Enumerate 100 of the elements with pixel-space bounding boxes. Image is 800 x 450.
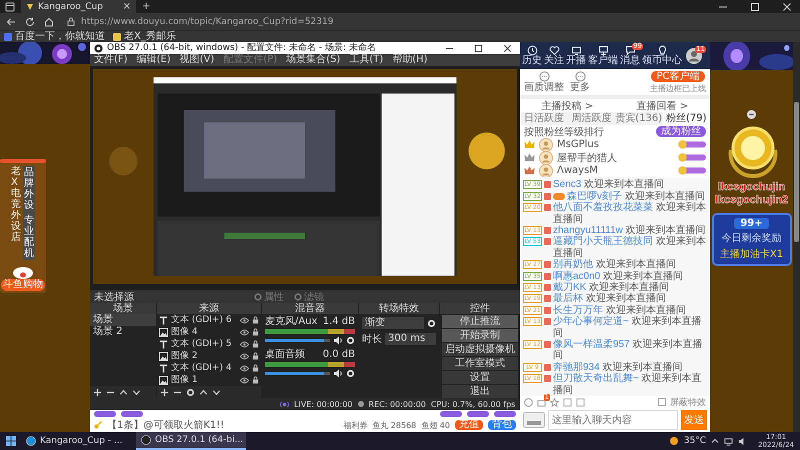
up-caret-icon[interactable]: [199, 388, 208, 396]
close-icon[interactable]: [503, 44, 512, 52]
menu-item[interactable]: 编辑(E): [136, 54, 171, 66]
source-item[interactable]: 文本 (GDI+) 4: [171, 362, 237, 374]
gift-icon[interactable]: [537, 398, 546, 406]
down-caret-icon[interactable]: [212, 388, 221, 396]
eye-icon[interactable]: [240, 364, 249, 372]
lock-icon[interactable]: [252, 364, 259, 372]
fan-name[interactable]: 屋帮手的猎人: [557, 150, 674, 165]
nav-item[interactable]: 开播: [566, 45, 586, 66]
scene-item[interactable]: 场景 2: [90, 326, 156, 338]
control-button[interactable]: 设置: [442, 371, 518, 384]
add-icon[interactable]: [160, 388, 169, 396]
broadcast-icon: [280, 400, 289, 408]
welfare-link[interactable]: 福利券: [343, 420, 368, 430]
taskbar-app[interactable]: OBS 27.0.1 (64-bi...: [136, 432, 246, 450]
transition-dropdown[interactable]: 渐变: [362, 317, 424, 329]
nav-item[interactable]: 领币中心: [642, 45, 682, 66]
nav-item[interactable]: 客户端: [588, 45, 618, 66]
tag-pill[interactable]: [440, 411, 462, 417]
tag-pill[interactable]: [121, 411, 143, 417]
menu-item[interactable]: 场景集合(S): [286, 54, 340, 66]
chat-input[interactable]: 这里输入聊天内容: [548, 410, 678, 430]
panel-link[interactable]: 主播投稿 >: [542, 98, 594, 113]
source-item[interactable]: 图像 2: [171, 350, 237, 362]
home-icon[interactable]: [44, 16, 54, 26]
control-button[interactable]: 工作室模式: [442, 357, 518, 370]
eye-icon[interactable]: [240, 340, 249, 348]
lock-icon[interactable]: [252, 340, 259, 348]
control-button[interactable]: 开始录制: [442, 329, 518, 342]
fan-name[interactable]: ΛwaysM: [557, 165, 674, 176]
speaker-icon[interactable]: [333, 336, 343, 345]
lock-icon[interactable]: [252, 376, 259, 384]
eye-icon[interactable]: [240, 352, 249, 360]
lock-icon[interactable]: [252, 316, 259, 324]
down-caret-icon[interactable]: [132, 388, 141, 396]
source-item[interactable]: 文本 (GDI+) 6: [171, 314, 237, 326]
scene-item[interactable]: 场景: [90, 314, 156, 326]
menu-item[interactable]: 帮助(H): [392, 54, 428, 66]
taskbar-app[interactable]: Kangaroo_Cup - ...: [21, 432, 131, 450]
lock-icon[interactable]: [252, 352, 259, 360]
heart-icon: [548, 45, 560, 56]
checkbox[interactable]: [658, 398, 666, 406]
source-item[interactable]: 图像 4: [171, 326, 237, 338]
ad-slogan: 品牌外设: [24, 167, 34, 211]
menu-item[interactable]: 视图(V): [180, 54, 214, 66]
eye-icon[interactable]: [240, 316, 249, 324]
close-icon[interactable]: [747, 110, 756, 119]
speaker-icon[interactable]: [333, 369, 343, 378]
source-item[interactable]: 图像 1: [171, 374, 237, 386]
volume-slider[interactable]: [265, 339, 324, 342]
maximize-icon[interactable]: [474, 44, 483, 52]
new-tab-button[interactable]: +: [142, 2, 150, 12]
bookmark[interactable]: 老X_秀邮乐: [113, 31, 176, 42]
image-icon: [159, 352, 168, 360]
emoji-icon[interactable]: [524, 398, 533, 406]
browser-tab[interactable]: Kangaroo_Cup ×: [21, 0, 136, 13]
up-caret-icon[interactable]: [119, 388, 128, 396]
text-tool-icon: [159, 340, 168, 348]
close-tab-button[interactable]: ×: [122, 2, 131, 12]
panel-tab[interactable]: 日活跃度: [520, 112, 568, 126]
control-button[interactable]: 停止推流: [442, 315, 518, 328]
scrollbar-thumb[interactable]: [794, 102, 799, 242]
eye-icon[interactable]: [240, 328, 249, 336]
add-icon[interactable]: [93, 388, 102, 396]
nav-item[interactable]: 历史: [522, 45, 542, 66]
panel-tab[interactable]: 粉丝(79): [662, 112, 710, 126]
page-favicon: [26, 2, 34, 10]
lock-icon[interactable]: [252, 328, 259, 336]
clock-icon: [526, 45, 538, 56]
panel-tab[interactable]: 贵宾(136): [615, 112, 662, 126]
source-item[interactable]: 文本 (GDI+) 5: [171, 338, 237, 350]
back-arrow-icon[interactable]: [6, 16, 16, 26]
panel-tab[interactable]: 周活跃度: [568, 112, 615, 126]
network-icon[interactable]: [724, 436, 734, 446]
panel-link[interactable]: 直播回看 >: [636, 98, 688, 113]
tag-pill[interactable]: [467, 411, 489, 417]
reload-icon[interactable]: [25, 16, 35, 26]
caret-up-icon[interactable]: [711, 437, 720, 445]
start-icon[interactable]: [6, 436, 16, 446]
nav-item[interactable]: 关注: [544, 45, 564, 66]
option-item[interactable]: 画质调整: [524, 71, 564, 94]
feature-note: 主播边框已上线: [650, 82, 706, 94]
control-button[interactable]: 启动虚拟摄像机: [442, 343, 518, 356]
volume-slider[interactable]: [265, 372, 324, 375]
bookmark[interactable]: 百度一下，你就知道: [4, 31, 105, 42]
tag-pill[interactable]: [94, 411, 116, 417]
tag-pill[interactable]: [494, 411, 516, 417]
tab-actions-icon[interactable]: [5, 2, 15, 12]
option-item[interactable]: 更多: [570, 71, 590, 94]
control-button[interactable]: 退出: [442, 385, 518, 398]
duration-field[interactable]: 300 ms: [385, 333, 436, 345]
menu-item[interactable]: 工具(T): [349, 54, 384, 66]
image-icon: [159, 328, 168, 336]
event-widget[interactable]: 99+ 今日剩余奖励 主播加油卡X1: [712, 213, 792, 266]
star-icon[interactable]: [550, 398, 559, 406]
eye-icon[interactable]: [240, 376, 249, 384]
join-fans-button[interactable]: 成为粉丝: [656, 126, 706, 138]
fan-name[interactable]: MsGPlus: [557, 139, 674, 150]
menu-item[interactable]: 文件(F): [94, 54, 128, 66]
